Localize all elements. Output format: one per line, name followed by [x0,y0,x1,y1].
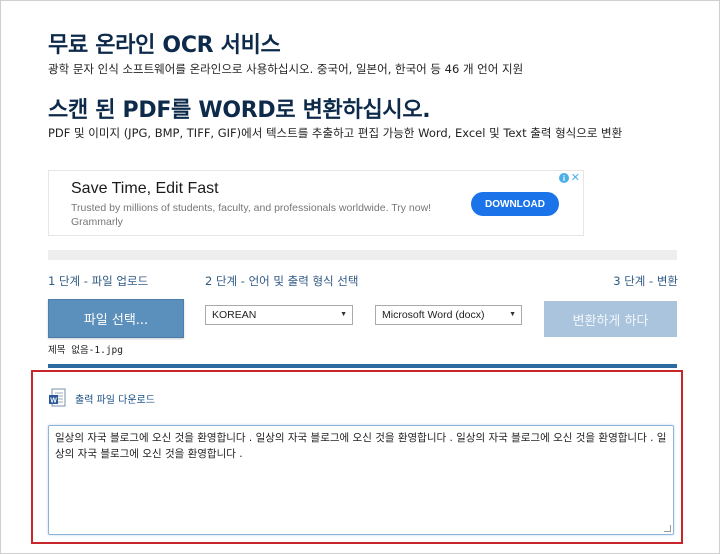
format-select-value: Microsoft Word (docx) [382,309,485,321]
ad-close-icon[interactable]: ✕ [571,171,580,184]
ad-brand: Grammarly [71,216,123,228]
convert-button[interactable]: 변환하게 하다 [544,301,677,337]
output-textarea[interactable]: 일상의 자국 블로그에 오신 것을 환영합니다 . 일상의 자국 블로그에 오신… [48,425,674,535]
svg-text:W: W [50,398,57,405]
output-divider [48,364,677,368]
download-output-link[interactable]: 출력 파일 다운로드 [75,391,155,406]
output-text: 일상의 자국 블로그에 오신 것을 환영합니다 . 일상의 자국 블로그에 오신… [55,432,667,460]
chevron-down-icon: ▼ [340,311,347,318]
section-title: 스캔 된 PDF를 WORD로 변환하십시오. [48,98,431,123]
section-subtitle: PDF 및 이미지 (JPG, BMP, TIFF, GIF)에서 텍스트를 추… [48,126,623,140]
chevron-down-icon: ▼ [509,311,516,318]
ad-headline: Save Time, Edit Fast [71,180,219,197]
step-options-label: 2 단계 - 언어 및 출력 형식 선택 [205,274,359,288]
resize-handle-icon[interactable] [664,525,671,532]
ad-description: Trusted by millions of students, faculty… [71,202,432,214]
ad-banner[interactable]: Save Time, Edit Fast Trusted by millions… [48,170,584,236]
language-select[interactable]: KOREAN ▼ [205,305,353,325]
word-document-icon[interactable]: W [49,388,67,408]
choose-file-button[interactable]: 파일 선택... [48,299,184,338]
format-select[interactable]: Microsoft Word (docx) ▼ [375,305,522,325]
progress-strip [48,250,677,260]
language-select-value: KOREAN [212,309,257,321]
selected-filename: 제목 없음-1.jpg [48,345,123,356]
step-upload-label: 1 단계 - 파일 업로드 [48,274,149,288]
step-convert-label: 3 단계 - 변환 [613,274,678,288]
ad-info-icon[interactable]: i [559,173,569,183]
ad-download-button[interactable]: DOWNLOAD [471,192,559,216]
page-subtitle: 광학 문자 인식 소프트웨어를 온라인으로 사용하십시오. 중국어, 일본어, … [48,62,524,76]
page-title: 무료 온라인 OCR 서비스 [48,33,281,58]
